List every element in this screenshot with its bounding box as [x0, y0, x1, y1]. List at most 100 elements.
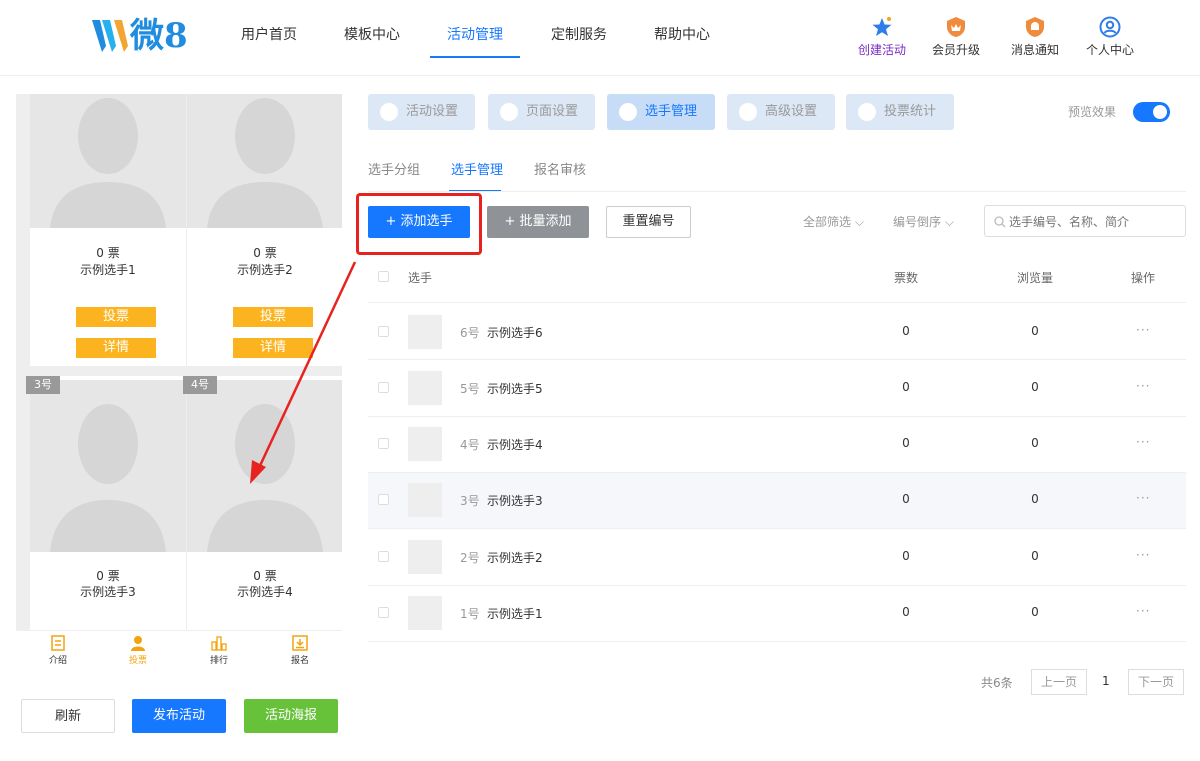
player-avatar — [408, 371, 442, 405]
filter-dropdown[interactable]: 全部筛选 ⌵ — [803, 213, 864, 230]
page-icon — [500, 103, 518, 121]
table-header: 选手 票数 浏览量 操作 — [368, 251, 1186, 303]
more-icon[interactable]: ··· — [1136, 435, 1150, 449]
row-checkbox[interactable] — [378, 326, 389, 337]
player-name: 示例选手3 — [80, 585, 136, 599]
subtab-signup-review[interactable]: 报名审核 — [534, 159, 586, 178]
player-card[interactable]: 0 票 示例选手2 投票 详情 — [187, 94, 342, 366]
member-upgrade-button[interactable]: 会员升级 — [926, 16, 986, 58]
vote-button[interactable]: 投票 — [233, 307, 313, 327]
tab-ranking[interactable]: 排行 — [189, 635, 249, 666]
row-checkbox[interactable] — [378, 494, 389, 505]
heart-icon — [380, 103, 398, 121]
search-box[interactable] — [984, 205, 1186, 237]
mobile-tab-bar: 介绍 投票 排行 报名 — [16, 630, 342, 676]
publish-activity-button[interactable]: 发布活动 — [132, 699, 226, 733]
sort-label: 编号倒序 — [893, 215, 942, 229]
table-row[interactable]: 4号 示例选手4 0 0 ··· — [368, 417, 1186, 473]
nav-help-center[interactable]: 帮助中心 — [654, 24, 710, 58]
player-card[interactable]: 4号 0 票 示例选手4 — [183, 376, 342, 630]
col-views: 浏览量 — [1017, 271, 1054, 285]
col-operations: 操作 — [1131, 271, 1156, 285]
tab-intro[interactable]: 介绍 — [28, 635, 88, 666]
total-count: 共6条 — [981, 676, 1013, 690]
create-activity-button[interactable]: 创建活动 — [852, 16, 912, 58]
preview-toggle-switch[interactable] — [1133, 102, 1170, 122]
more-icon[interactable]: ··· — [1136, 491, 1150, 505]
more-icon[interactable]: ··· — [1136, 379, 1150, 393]
subtab-player-manage[interactable]: 选手管理 — [451, 159, 503, 178]
refresh-button[interactable]: 刷新 — [21, 699, 115, 733]
crown-shield-icon — [947, 17, 965, 37]
subtab-player-group[interactable]: 选手分组 — [368, 159, 420, 178]
tab-player-manage[interactable]: 选手管理 — [607, 94, 715, 130]
table-row[interactable]: 5号 示例选手5 0 0 ··· — [368, 361, 1186, 417]
player-card[interactable]: 3号 0 票 示例选手3 — [26, 376, 186, 630]
view-count: 0 — [1031, 549, 1039, 563]
tab-activity-settings[interactable]: 活动设置 — [368, 94, 475, 130]
tab-signup-label: 报名 — [290, 656, 309, 666]
row-checkbox[interactable] — [378, 382, 389, 393]
reset-number-button[interactable]: 重置编号 — [606, 206, 691, 238]
user-center-button[interactable]: 个人中心 — [1080, 16, 1140, 58]
number-tag: 3号 — [26, 376, 60, 394]
tab-page-settings[interactable]: 页面设置 — [488, 94, 595, 130]
player-avatar — [408, 427, 442, 461]
sort-dropdown[interactable]: 编号倒序 ⌵ — [893, 213, 954, 230]
vote-button[interactable]: 投票 — [76, 307, 156, 327]
nav-custom-service[interactable]: 定制服务 — [551, 24, 607, 58]
activity-poster-button[interactable]: 活动海报 — [244, 699, 338, 733]
more-icon[interactable]: ··· — [1136, 604, 1150, 618]
next-page-button[interactable]: 下一页 — [1128, 669, 1184, 695]
nav-template-center[interactable]: 模板中心 — [344, 24, 400, 58]
more-icon[interactable]: ··· — [1136, 548, 1150, 562]
player-avatar — [408, 315, 442, 349]
tab-advanced-settings-label: 高级设置 — [765, 104, 818, 119]
tab-intro-label: 介绍 — [48, 656, 67, 666]
view-count: 0 — [1031, 436, 1039, 450]
detail-button[interactable]: 详情 — [233, 338, 313, 358]
nav-user-home[interactable]: 用户首页 — [241, 24, 297, 58]
signup-icon — [292, 635, 308, 651]
person-silhouette-icon — [50, 404, 166, 552]
row-checkbox[interactable] — [378, 551, 389, 562]
stats-icon — [858, 103, 876, 121]
view-count: 0 — [1031, 324, 1039, 338]
avatar-placeholder — [187, 380, 342, 552]
prev-page-button[interactable]: 上一页 — [1031, 669, 1087, 695]
tab-advanced-settings[interactable]: 高级设置 — [727, 94, 835, 130]
table-row[interactable]: 1号 示例选手1 0 0 ··· — [368, 586, 1186, 642]
current-page[interactable]: 1 — [1102, 674, 1110, 688]
mobile-preview[interactable]: 0 票 示例选手1 投票 详情 0 票 示例选手2 投票 详情 3号 0 票 示… — [16, 94, 342, 630]
vote-count: 0 — [902, 436, 910, 450]
search-input[interactable] — [1009, 212, 1179, 232]
message-notice-button[interactable]: 消息通知 — [1005, 16, 1065, 58]
advanced-icon — [739, 103, 757, 121]
more-icon[interactable]: ··· — [1136, 323, 1150, 337]
row-checkbox[interactable] — [378, 607, 389, 618]
bar-chart-icon — [211, 636, 227, 651]
select-all-checkbox[interactable] — [378, 271, 389, 282]
batch-add-button[interactable]: + 批量添加 — [487, 206, 589, 238]
site-logo[interactable]: 微8 — [92, 14, 188, 60]
vote-count: 0 票 — [253, 246, 277, 260]
tab-vote[interactable]: 投票 — [108, 635, 168, 666]
filter-label: 全部筛选 — [803, 215, 852, 229]
player-card[interactable]: 0 票 示例选手1 投票 详情 — [30, 94, 186, 366]
search-icon — [994, 216, 1006, 228]
vote-count: 0 — [902, 605, 910, 619]
create-activity-label: 创建活动 — [857, 43, 906, 57]
player-name: 示例选手4 — [237, 585, 293, 599]
add-player-button[interactable]: + 添加选手 — [368, 206, 470, 238]
nav-activity-manage[interactable]: 活动管理 — [430, 24, 520, 58]
player-avatar — [408, 596, 442, 630]
table-row[interactable]: 2号 示例选手2 0 0 ··· — [368, 530, 1186, 586]
tab-vote-stats[interactable]: 投票统计 — [846, 94, 954, 130]
tab-signup[interactable]: 报名 — [270, 635, 330, 666]
table-row[interactable]: 3号 示例选手3 0 0 ··· — [368, 473, 1186, 529]
row-checkbox[interactable] — [378, 438, 389, 449]
tab-vote-label: 投票 — [128, 656, 147, 666]
document-icon — [51, 635, 65, 651]
table-row[interactable]: 6号 示例选手6 0 0 ··· — [368, 304, 1186, 360]
detail-button[interactable]: 详情 — [76, 338, 156, 358]
